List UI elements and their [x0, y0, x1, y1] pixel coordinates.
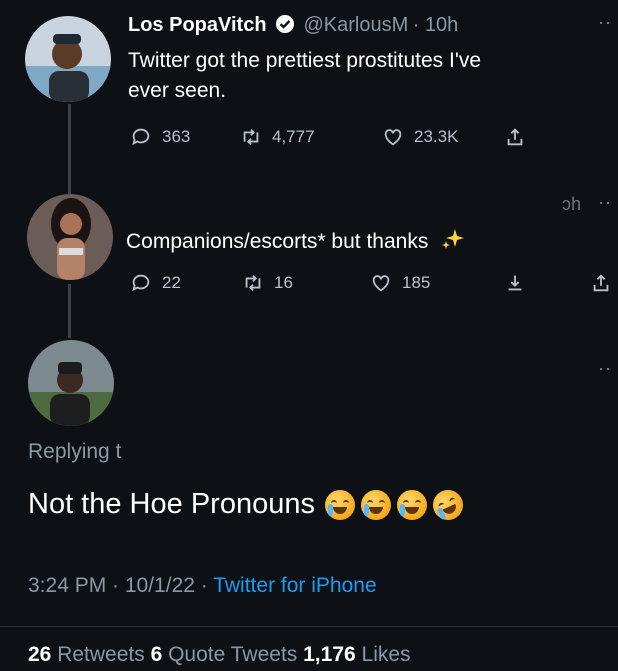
sparkles-icon: [440, 226, 466, 261]
retweet-stat-count: 26: [28, 643, 52, 666]
retweet-stat[interactable]: 26 Retweets: [28, 643, 151, 666]
rolling-laughing-emoji-icon: [428, 484, 469, 525]
tweet3-engagement: 26 Retweets 6 Quote Tweets 1,176 Likes: [28, 643, 411, 667]
retweet-stat-label: Retweets: [51, 643, 151, 666]
tweet1-text: Twitter got the prettiest prostitutes I'…: [128, 46, 481, 106]
download-icon: [508, 275, 522, 291]
tweet1-author-name[interactable]: Los PopaVitch: [128, 14, 267, 36]
like-stat[interactable]: 1,176 Likes: [303, 643, 410, 666]
tweet2-reply-button[interactable]: 22: [130, 272, 242, 294]
tweet2-like-count: 185: [402, 273, 431, 292]
tweet1-share-button[interactable]: [504, 126, 526, 148]
avatar-tweet2[interactable]: [27, 194, 113, 280]
tweet1-retweet-count: 4,777: [272, 127, 315, 146]
like-stat-count: 1,176: [303, 643, 356, 666]
tweet1-actions: 363 4,777 23.3K: [130, 126, 526, 148]
tweet3-text-row: Not the Hoe Pronouns: [28, 484, 469, 525]
reply-icon: [132, 128, 150, 146]
thread-line-1: [68, 104, 71, 194]
tweet1-time[interactable]: · 10h: [413, 14, 459, 36]
tweet1-handle[interactable]: @KarlousM: [303, 14, 408, 36]
tweet2-download-button[interactable]: [504, 272, 526, 294]
tweet2-retweet-count: 16: [274, 273, 293, 292]
tweet1-text-line2: ever seen.: [128, 79, 227, 102]
retweet-icon: [243, 129, 259, 145]
tweet2-reply-count: 22: [162, 273, 181, 292]
tweet1-more-icon[interactable]: ··: [598, 12, 612, 33]
reply-icon: [132, 274, 150, 292]
tweet1-retweet-button[interactable]: 4,777: [240, 126, 382, 148]
like-stat-label: Likes: [355, 643, 411, 666]
tweet2-share-button[interactable]: [590, 272, 612, 299]
tweet1-like-count: 23.3K: [414, 127, 459, 146]
tweet3-more-icon[interactable]: ··: [598, 358, 612, 379]
tweet2-text: Companions/escorts* but thanks: [126, 230, 429, 253]
tweet3-timestamp[interactable]: 3:24 PM · 10/1/22 ·: [28, 574, 213, 597]
tweet2-more-icon[interactable]: ··: [598, 192, 612, 213]
quote-stat-label: Quote Tweets: [162, 643, 304, 666]
tweet1-text-line1: Twitter got the prettiest prostitutes I'…: [128, 49, 482, 72]
thread-line-2: [68, 284, 71, 338]
loudly-crying-emoji-icon: [361, 489, 392, 520]
tweet1-like-button[interactable]: 23.3K: [382, 126, 504, 148]
tweet2-time-fragment: ɔh: [562, 194, 582, 214]
tweet3-replying-to: Replying t: [28, 440, 122, 463]
heart-icon: [384, 129, 402, 146]
quote-stat[interactable]: 6 Quote Tweets: [151, 643, 304, 666]
tweet2-retweet-button[interactable]: 16: [242, 272, 370, 294]
heart-icon: [372, 275, 390, 292]
verified-badge-icon: [275, 14, 295, 39]
avatar-tweet1[interactable]: [25, 16, 111, 102]
avatar-tweet3[interactable]: [28, 340, 114, 426]
retweet-icon: [245, 275, 261, 291]
share-icon: [507, 128, 523, 146]
loudly-crying-emoji-icon: [325, 489, 356, 520]
share-icon: [593, 274, 609, 292]
tweet1-header: Los PopaVitch @KarlousM · 10h: [128, 14, 458, 39]
tweet1-reply-count: 363: [162, 127, 191, 146]
tweet2-actions: 22 16 185: [130, 272, 526, 294]
loudly-crying-emoji-icon: [397, 489, 428, 520]
tweet3-text: Not the Hoe Pronouns: [28, 488, 315, 520]
tweet2-text-row: Companions/escorts* but thanks: [126, 226, 466, 261]
tweet1-reply-button[interactable]: 363: [130, 126, 240, 148]
tweet3-meta: 3:24 PM · 10/1/22 · Twitter for iPhone: [28, 574, 377, 598]
tweet3-client-link[interactable]: Twitter for iPhone: [213, 574, 376, 597]
tweet2-like-button[interactable]: 185: [370, 272, 504, 294]
divider: [0, 626, 618, 627]
quote-stat-count: 6: [150, 643, 163, 666]
